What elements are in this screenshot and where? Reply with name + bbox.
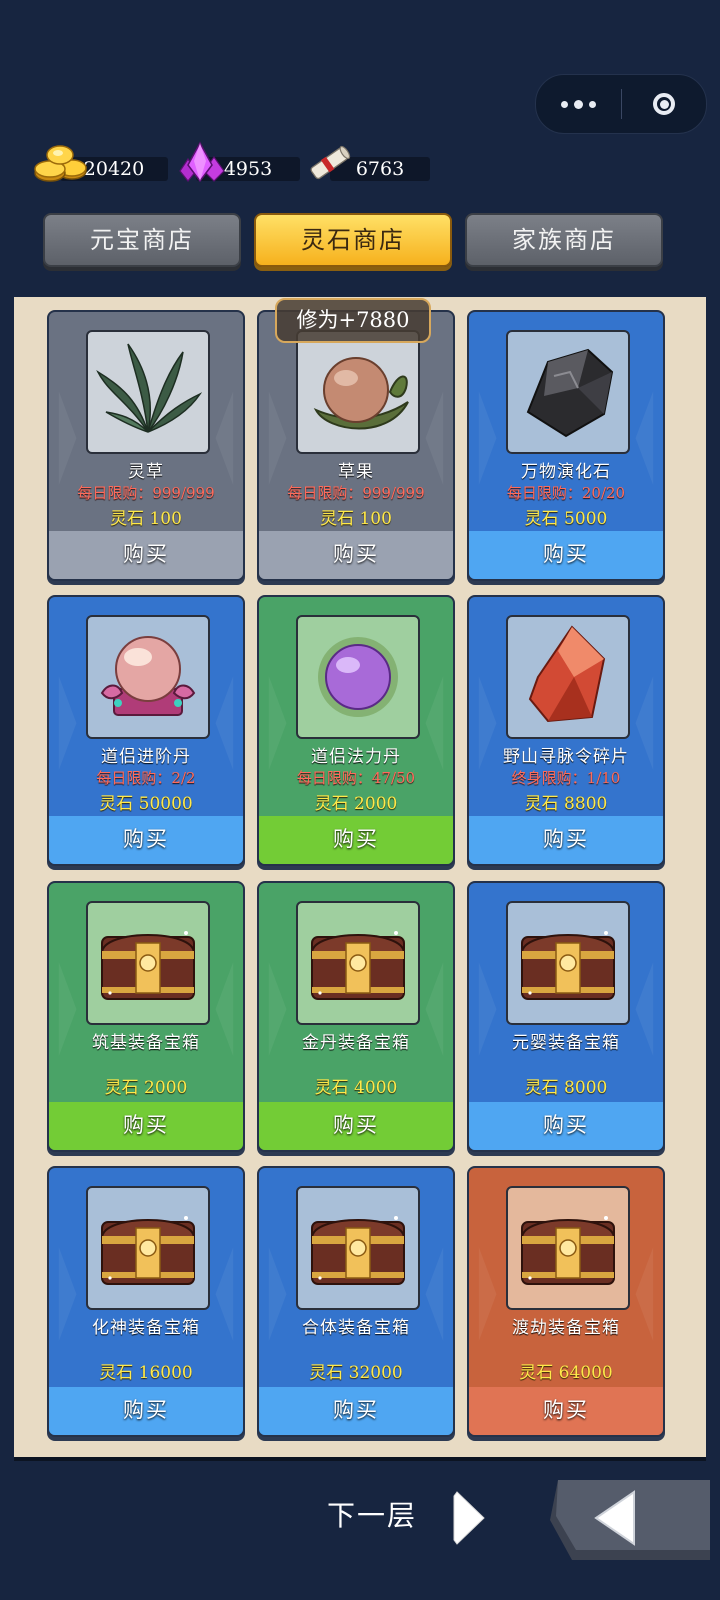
buy-button[interactable]: 购买	[259, 531, 453, 579]
item-price: 灵石 8800	[524, 794, 608, 814]
item-price: 灵石 32000	[309, 1363, 403, 1383]
item-name: 灵草	[128, 462, 164, 482]
treasure-chest-icon	[86, 901, 210, 1025]
treasure-chest-icon	[296, 1186, 420, 1310]
buy-button[interactable]: 购买	[259, 816, 453, 864]
next-floor-label[interactable]: 下一层	[327, 1494, 417, 1534]
item-price: 灵石 4000	[314, 1078, 398, 1098]
item-price: 灵石 2000	[314, 794, 398, 814]
shop-item-card: 道侣进阶丹每日限购：2/2 灵石 50000 购买	[47, 595, 245, 866]
item-price: 灵石 50000	[99, 794, 193, 814]
buy-button[interactable]: 购买	[49, 1102, 243, 1150]
fruit-icon	[296, 330, 420, 454]
item-name: 金丹装备宝箱	[302, 1033, 410, 1053]
chevron-right-icon[interactable]	[453, 1489, 487, 1547]
item-name: 草果	[338, 462, 374, 482]
treasure-chest-icon	[506, 1186, 630, 1310]
item-name: 化神装备宝箱	[92, 1318, 200, 1338]
buy-button[interactable]: 购买	[49, 1387, 243, 1435]
shop-panel: 修为+7880 灵草 每日限购：999/999 灵石 100 购买 草果 每日限购：999…	[14, 297, 706, 1457]
bottom-divider	[14, 1457, 706, 1461]
shop-item-card: 渡劫装备宝箱 灵石 64000 购买	[467, 1166, 665, 1437]
purchase-limit: 每日限购：20/20	[506, 484, 626, 502]
purple-gems-icon	[179, 141, 225, 183]
item-price: 灵石 8000	[524, 1078, 608, 1098]
miniprogram-capsule	[535, 74, 707, 134]
target-close-icon[interactable]	[622, 93, 706, 115]
shop-item-card: 筑基装备宝箱 灵石 2000 购买	[47, 881, 245, 1152]
item-name: 道侣法力丹	[311, 747, 401, 767]
black-stone-icon	[506, 330, 630, 454]
item-price: 灵石 5000	[524, 509, 608, 529]
buy-button[interactable]: 购买	[469, 531, 663, 579]
item-price: 灵石 16000	[99, 1363, 193, 1383]
purple-orb-icon	[296, 615, 420, 739]
purchase-limit: 终身限购：1/10	[511, 769, 621, 787]
item-name: 野山寻脉令碎片	[503, 747, 629, 767]
tab-lingshi-shop[interactable]: 灵石商店	[254, 213, 452, 267]
purchase-limit: 每日限购：2/2	[96, 769, 196, 787]
tab-yuanbao-shop[interactable]: 元宝商店	[43, 213, 241, 267]
item-name: 筑基装备宝箱	[92, 1033, 200, 1053]
buy-button[interactable]: 购买	[49, 816, 243, 864]
crystal-orb-icon	[86, 615, 210, 739]
item-name: 道侣进阶丹	[101, 747, 191, 767]
currency-gold: 20420	[32, 145, 172, 182]
buy-button[interactable]: 购买	[49, 531, 243, 579]
buy-button[interactable]: 购买	[259, 1387, 453, 1435]
item-price: 灵石 100	[320, 509, 392, 529]
shop-item-card: 草果每日限购：999/999 灵石 100 购买	[257, 310, 455, 581]
shop-item-card: 灵草每日限购：999/999 灵石 100 购买	[47, 310, 245, 581]
item-name: 合体装备宝箱	[302, 1318, 410, 1338]
item-name: 渡劫装备宝箱	[512, 1318, 620, 1338]
buy-button[interactable]: 购买	[469, 1102, 663, 1150]
shop-item-card: 野山寻脉令碎片 终身限购：1/10 灵石 8800 购买	[467, 595, 665, 866]
more-dots-icon[interactable]	[536, 99, 621, 109]
buy-button[interactable]: 购买	[259, 1102, 453, 1150]
tab-family-shop[interactable]: 家族商店	[465, 213, 663, 267]
purchase-limit: 每日限购：999/999	[77, 484, 215, 502]
item-name: 元婴装备宝箱	[512, 1033, 620, 1053]
scroll-icon	[310, 145, 351, 180]
treasure-chest-icon	[296, 901, 420, 1025]
item-price: 灵石 2000	[104, 1078, 188, 1098]
shop-item-card: 元婴装备宝箱 灵石 8000 购买	[467, 881, 665, 1152]
red-crystal-icon	[506, 615, 630, 739]
shop-item-card: 金丹装备宝箱 灵石 4000 购买	[257, 881, 455, 1152]
buy-button[interactable]: 购买	[469, 816, 663, 864]
back-button[interactable]	[550, 1480, 710, 1560]
shop-item-card: 道侣法力丹每日限购：47/50 灵石 2000 购买	[257, 595, 455, 866]
buy-button[interactable]: 购买	[469, 1387, 663, 1435]
currency-gems: 4953	[174, 141, 300, 183]
cultivation-badge: 修为+7880	[275, 298, 431, 343]
purchase-limit: 每日限购：47/50	[296, 769, 416, 787]
item-price: 灵石 100	[110, 509, 182, 529]
treasure-chest-icon	[86, 1186, 210, 1310]
shop-item-card: 万物演化石每日限购：20/20 灵石 5000 购买	[467, 310, 665, 581]
item-name: 万物演化石	[521, 462, 611, 482]
treasure-chest-icon	[506, 901, 630, 1025]
gold-coins-icon	[34, 145, 87, 182]
shop-item-card: 化神装备宝箱 灵石 16000 购买	[47, 1166, 245, 1437]
shop-item-card: 合体装备宝箱 灵石 32000 购买	[257, 1166, 455, 1437]
grass-icon	[86, 330, 210, 454]
currency-scroll: 6763	[306, 145, 430, 181]
item-price: 灵石 64000	[519, 1363, 613, 1383]
purchase-limit: 每日限购：999/999	[287, 484, 425, 502]
